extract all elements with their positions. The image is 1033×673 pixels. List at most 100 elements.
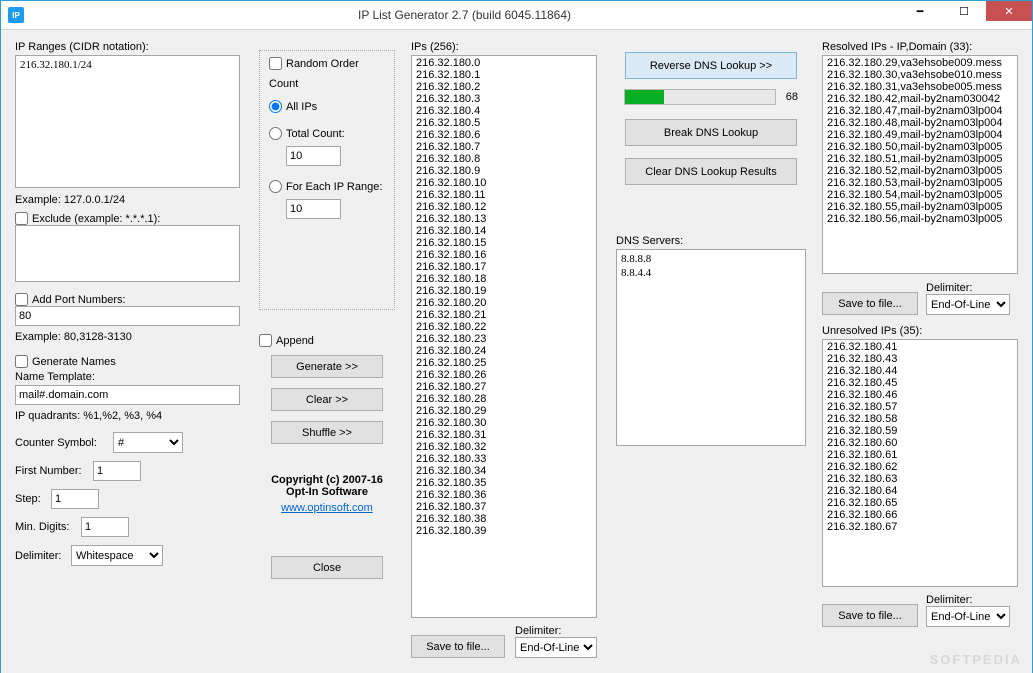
- ip-ranges-input[interactable]: 216.32.180.1/24: [15, 55, 240, 188]
- list-item[interactable]: 216.32.180.8: [416, 153, 592, 165]
- list-item[interactable]: 216.32.180.62: [827, 461, 1013, 473]
- list-item[interactable]: 216.32.180.42,mail-by2nam030042: [827, 93, 1013, 105]
- list-item[interactable]: 216.32.180.25: [416, 357, 592, 369]
- list-item[interactable]: 216.32.180.51,mail-by2nam03lp005: [827, 153, 1013, 165]
- list-item[interactable]: 216.32.180.27: [416, 381, 592, 393]
- list-item[interactable]: 216.32.180.22: [416, 321, 592, 333]
- list-item[interactable]: 216.32.180.16: [416, 249, 592, 261]
- generate-names-checkbox[interactable]: [15, 355, 28, 368]
- list-item[interactable]: 216.32.180.37: [416, 501, 592, 513]
- close-button[interactable]: Close: [271, 556, 383, 579]
- list-item[interactable]: 216.32.180.66: [827, 509, 1013, 521]
- list-item[interactable]: 216.32.180.36: [416, 489, 592, 501]
- list-item[interactable]: 216.32.180.41: [827, 341, 1013, 353]
- list-item[interactable]: 216.32.180.18: [416, 273, 592, 285]
- list-item[interactable]: 216.32.180.47,mail-by2nam03lp004: [827, 105, 1013, 117]
- list-item[interactable]: 216.32.180.10: [416, 177, 592, 189]
- port-input[interactable]: [15, 306, 240, 326]
- list-item[interactable]: 216.32.180.28: [416, 393, 592, 405]
- list-item[interactable]: 216.32.180.3: [416, 93, 592, 105]
- counter-symbol-select[interactable]: #: [113, 432, 183, 453]
- list-item[interactable]: 216.32.180.14: [416, 225, 592, 237]
- delimiter-select-3[interactable]: End-Of-Line: [515, 637, 597, 658]
- list-item[interactable]: 216.32.180.58: [827, 413, 1013, 425]
- list-item[interactable]: 216.32.180.31,va3ehsobe005.mess: [827, 81, 1013, 93]
- list-item[interactable]: 216.32.180.52,mail-by2nam03lp005: [827, 165, 1013, 177]
- random-order-checkbox[interactable]: [269, 57, 282, 70]
- list-item[interactable]: 216.32.180.5: [416, 117, 592, 129]
- close-window-button[interactable]: ✕: [986, 1, 1032, 21]
- all-ips-radio[interactable]: [269, 100, 282, 113]
- append-checkbox[interactable]: [259, 334, 272, 347]
- list-item[interactable]: 216.32.180.61: [827, 449, 1013, 461]
- list-item[interactable]: 216.32.180.7: [416, 141, 592, 153]
- list-item[interactable]: 216.32.180.34: [416, 465, 592, 477]
- website-link[interactable]: www.optinsoft.com: [281, 502, 373, 514]
- list-item[interactable]: 216.32.180.9: [416, 165, 592, 177]
- list-item[interactable]: 216.32.180.55,mail-by2nam03lp005: [827, 201, 1013, 213]
- total-count-radio[interactable]: [269, 127, 282, 140]
- list-item[interactable]: 216.32.180.13: [416, 213, 592, 225]
- list-item[interactable]: 216.32.180.4: [416, 105, 592, 117]
- list-item[interactable]: 216.32.180.11: [416, 189, 592, 201]
- resolved-listbox[interactable]: 216.32.180.29,va3ehsobe009.mess216.32.18…: [822, 55, 1018, 274]
- list-item[interactable]: 216.32.180.53,mail-by2nam03lp005: [827, 177, 1013, 189]
- list-item[interactable]: 216.32.180.1: [416, 69, 592, 81]
- generate-button[interactable]: Generate >>: [271, 355, 383, 378]
- list-item[interactable]: 216.32.180.43: [827, 353, 1013, 365]
- list-item[interactable]: 216.32.180.60: [827, 437, 1013, 449]
- list-item[interactable]: 216.32.180.20: [416, 297, 592, 309]
- total-count-input[interactable]: [286, 146, 341, 166]
- delimiter-select-1[interactable]: Whitespace: [71, 545, 163, 566]
- ips-listbox[interactable]: 216.32.180.0216.32.180.1216.32.180.2216.…: [411, 55, 597, 618]
- list-item[interactable]: 216.32.180.32: [416, 441, 592, 453]
- dns-servers-input[interactable]: 8.8.8.8 8.8.4.4: [616, 249, 806, 446]
- unresolved-listbox[interactable]: 216.32.180.41216.32.180.43216.32.180.442…: [822, 339, 1018, 587]
- list-item[interactable]: 216.32.180.64: [827, 485, 1013, 497]
- list-item[interactable]: 216.32.180.48,mail-by2nam03lp004: [827, 117, 1013, 129]
- list-item[interactable]: 216.32.180.49,mail-by2nam03lp004: [827, 129, 1013, 141]
- list-item[interactable]: 216.32.180.44: [827, 365, 1013, 377]
- save-unresolved-button[interactable]: Save to file...: [822, 604, 918, 627]
- list-item[interactable]: 216.32.180.50,mail-by2nam03lp005: [827, 141, 1013, 153]
- reverse-dns-button[interactable]: Reverse DNS Lookup >>: [625, 52, 797, 79]
- delimiter-select-5b[interactable]: End-Of-Line: [926, 606, 1010, 627]
- clear-button[interactable]: Clear >>: [271, 388, 383, 411]
- exclude-checkbox[interactable]: [15, 212, 28, 225]
- list-item[interactable]: 216.32.180.33: [416, 453, 592, 465]
- list-item[interactable]: 216.32.180.35: [416, 477, 592, 489]
- list-item[interactable]: 216.32.180.30,va3ehsobe010.mess: [827, 69, 1013, 81]
- list-item[interactable]: 216.32.180.38: [416, 513, 592, 525]
- list-item[interactable]: 216.32.180.45: [827, 377, 1013, 389]
- delimiter-select-5a[interactable]: End-Of-Line: [926, 294, 1010, 315]
- list-item[interactable]: 216.32.180.24: [416, 345, 592, 357]
- for-each-radio[interactable]: [269, 180, 282, 193]
- list-item[interactable]: 216.32.180.12: [416, 201, 592, 213]
- list-item[interactable]: 216.32.180.30: [416, 417, 592, 429]
- save-ips-button[interactable]: Save to file...: [411, 635, 505, 658]
- list-item[interactable]: 216.32.180.17: [416, 261, 592, 273]
- clear-dns-button[interactable]: Clear DNS Lookup Results: [625, 158, 797, 185]
- list-item[interactable]: 216.32.180.57: [827, 401, 1013, 413]
- list-item[interactable]: 216.32.180.2: [416, 81, 592, 93]
- save-resolved-button[interactable]: Save to file...: [822, 292, 918, 315]
- exclude-input[interactable]: [15, 225, 240, 282]
- list-item[interactable]: 216.32.180.56,mail-by2nam03lp005: [827, 213, 1013, 225]
- list-item[interactable]: 216.32.180.29: [416, 405, 592, 417]
- list-item[interactable]: 216.32.180.65: [827, 497, 1013, 509]
- list-item[interactable]: 216.32.180.39: [416, 525, 592, 537]
- list-item[interactable]: 216.32.180.19: [416, 285, 592, 297]
- list-item[interactable]: 216.32.180.29,va3ehsobe009.mess: [827, 57, 1013, 69]
- break-dns-button[interactable]: Break DNS Lookup: [625, 119, 797, 146]
- step-input[interactable]: [51, 489, 99, 509]
- list-item[interactable]: 216.32.180.67: [827, 521, 1013, 533]
- list-item[interactable]: 216.32.180.26: [416, 369, 592, 381]
- maximize-button[interactable]: ☐: [942, 1, 986, 21]
- list-item[interactable]: 216.32.180.21: [416, 309, 592, 321]
- addport-checkbox[interactable]: [15, 293, 28, 306]
- list-item[interactable]: 216.32.180.63: [827, 473, 1013, 485]
- list-item[interactable]: 216.32.180.15: [416, 237, 592, 249]
- list-item[interactable]: 216.32.180.31: [416, 429, 592, 441]
- list-item[interactable]: 216.32.180.6: [416, 129, 592, 141]
- min-digits-input[interactable]: [81, 517, 129, 537]
